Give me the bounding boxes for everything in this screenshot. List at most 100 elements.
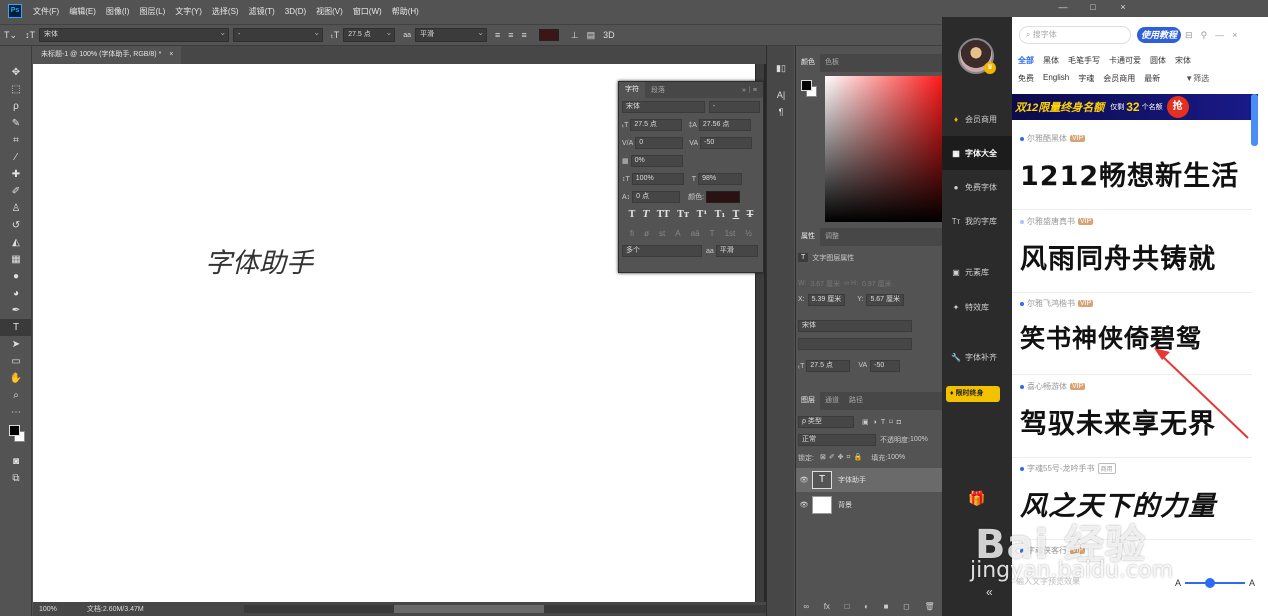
layer-name[interactable]: 背景 <box>838 500 852 510</box>
brush-tool-icon[interactable]: ✐ <box>0 183 32 200</box>
menu-edit[interactable]: 编辑(E) <box>64 6 101 17</box>
marquee-tool-icon[interactable]: ⬚ <box>0 81 32 98</box>
font-style-select[interactable]: - <box>233 27 324 42</box>
foreground-color-swatch[interactable] <box>9 425 20 436</box>
fill-value[interactable]: 100% <box>887 454 905 461</box>
menu-file[interactable]: 文件(F) <box>28 6 64 17</box>
slider-knob[interactable] <box>1205 578 1216 588</box>
subscript-button[interactable]: T₁ <box>715 210 726 220</box>
category-round[interactable]: 圆体 <box>1150 55 1166 66</box>
category-zihun[interactable]: 字魂 <box>1078 73 1094 84</box>
crop-tool-icon[interactable]: ⌗ <box>0 132 32 149</box>
character-panel-icon[interactable]: ▤ <box>587 30 596 41</box>
color-picker-field[interactable] <box>825 76 942 222</box>
category-vip-commercial[interactable]: 会员商用 <box>1103 73 1135 84</box>
nav-effects[interactable]: ✦ 特效库 <box>942 290 1012 324</box>
menu-help[interactable]: 帮助(H) <box>387 6 424 17</box>
w-value[interactable]: 3.67 厘米 <box>810 279 840 289</box>
visibility-eye-icon[interactable]: 👁 <box>796 501 812 509</box>
pen-tool-icon[interactable]: ✒ <box>0 302 32 319</box>
preview-size-slider[interactable]: A A <box>1175 576 1255 590</box>
add-mask-icon[interactable]: □ <box>845 602 850 611</box>
restore-icon[interactable]: ⊟ <box>1185 30 1193 41</box>
y-value[interactable]: 5.67 厘米 <box>866 293 905 306</box>
menu-window[interactable]: 窗口(W) <box>348 6 387 17</box>
font-list-item[interactable]: 尔雅盛唐真书 VIP 风雨同舟共铸就 <box>1012 211 1252 293</box>
cp-color-swatch[interactable] <box>706 191 741 203</box>
h-value[interactable]: 0.97 厘米 <box>862 279 892 289</box>
stylistic-alternates-button[interactable]: aā <box>691 229 700 238</box>
group-icon[interactable]: ■ <box>884 602 889 611</box>
horizontal-scrollbar[interactable] <box>243 605 790 613</box>
prop-font-size-field[interactable]: 27.5 点 <box>806 359 851 372</box>
pin-icon[interactable]: ⚲ <box>1201 30 1208 41</box>
category-cartoon[interactable]: 卡通可爱 <box>1109 55 1141 66</box>
type-tool-icon[interactable]: T⌄ <box>4 30 17 41</box>
paragraph-panel-toggle-icon[interactable]: ¶ <box>771 104 791 121</box>
cp-leading-field[interactable]: 27.56 点 <box>698 119 751 131</box>
foreground-background-colors[interactable] <box>0 421 32 447</box>
3d-button[interactable]: 3D <box>603 30 615 40</box>
category-free[interactable]: 免费 <box>1018 73 1034 84</box>
quick-select-tool-icon[interactable]: ✎ <box>0 115 32 132</box>
text-color-swatch[interactable] <box>538 29 559 41</box>
blur-tool-icon[interactable]: ● <box>0 268 32 285</box>
nav-my-fonts[interactable]: Tт 我的字库 <box>942 204 1012 238</box>
nav-font-complete[interactable]: 🔧 字体补齐 <box>942 340 1012 374</box>
fx-icon[interactable]: fx <box>824 602 830 611</box>
swash-button[interactable]: A <box>675 229 680 238</box>
nav-elements[interactable]: ▣ 元素库 <box>942 255 1012 289</box>
align-right-icon[interactable]: ≡ <box>522 30 527 40</box>
history-panel-icon[interactable]: ▮▯ <box>771 60 791 77</box>
panel-menu-icon[interactable]: »｜≡ <box>736 85 763 95</box>
menu-type[interactable]: 文字(Y) <box>170 6 207 17</box>
prop-font-family-select[interactable]: 宋体 <box>798 319 912 332</box>
discretionary-ligature-button[interactable]: st <box>659 229 665 238</box>
layer-row-text[interactable]: 👁 T 字体助手 <box>796 468 942 492</box>
nav-all-fonts[interactable]: ▦ 字体大全 <box>942 136 1012 170</box>
adjustment-layer-icon[interactable]: ◐ <box>864 602 869 611</box>
quick-mask-icon[interactable]: ◙ <box>0 453 32 470</box>
category-brush[interactable]: 毛笔手写 <box>1068 55 1100 66</box>
menu-layer[interactable]: 图层(L) <box>134 6 170 17</box>
character-panel-toggle-icon[interactable]: A| <box>771 87 791 104</box>
cp-font-size-field[interactable]: 27.5 点 <box>630 119 683 131</box>
category-heiti[interactable]: 黑体 <box>1043 55 1059 66</box>
prop-font-style-select[interactable] <box>798 337 912 350</box>
category-english[interactable]: English <box>1043 73 1069 84</box>
grab-button[interactable]: 抢 <box>1166 96 1189 118</box>
blend-mode-select[interactable]: 正常 <box>798 433 876 446</box>
lock-icons[interactable]: ⊠✐✥⌗🔒 <box>820 453 865 462</box>
font-family-select[interactable]: 宋体 <box>39 27 230 42</box>
nav-vip-commercial[interactable]: ♦ 会员商用 <box>942 102 1012 136</box>
rectangle-tool-icon[interactable]: ▭ <box>0 353 32 370</box>
opacity-value[interactable]: 100% <box>910 436 928 443</box>
color-panel-foreground-swatch[interactable] <box>801 80 812 91</box>
eyedropper-tool-icon[interactable]: ⁄ <box>0 149 32 166</box>
hand-tool-icon[interactable]: ✋ <box>0 370 32 387</box>
small-caps-button[interactable]: Tт <box>677 210 689 220</box>
cp-baseline-field[interactable]: 0 点 <box>632 191 681 203</box>
cp-kerning-field[interactable]: 0 <box>635 137 684 149</box>
nav-free-fonts[interactable]: ● 免费字体 <box>942 170 1012 204</box>
limited-lifetime-badge[interactable]: ♦ 限时终身 <box>946 386 1000 402</box>
tutorial-button[interactable]: 使用教程 <box>1137 27 1182 43</box>
scrollbar-thumb[interactable] <box>393 605 544 613</box>
faux-bold-button[interactable]: T <box>629 210 636 220</box>
menu-image[interactable]: 图像(I) <box>101 6 135 17</box>
cp-antialias-select[interactable]: 平滑 <box>715 245 758 257</box>
cp-font-family-select[interactable]: 宋体 <box>622 101 705 113</box>
promo-banner[interactable]: 双12限量终身名额 仅剩 32 个名额 抢 <box>1012 94 1258 120</box>
underline-button[interactable]: T <box>733 210 740 220</box>
layer-row-background[interactable]: 👁 背景 <box>796 493 942 517</box>
zoom-level[interactable]: 100% <box>39 606 57 613</box>
warp-text-icon[interactable]: ⊥ <box>571 30 579 41</box>
clone-stamp-tool-icon[interactable]: ♙ <box>0 200 32 217</box>
tab-layers[interactable]: 图层 <box>796 392 820 410</box>
font-sample[interactable]: 1212畅想新生活 <box>1020 154 1239 193</box>
all-caps-button[interactable]: TT <box>657 210 670 220</box>
cp-tracking-field[interactable]: -50 <box>700 137 753 149</box>
screen-mode-icon[interactable]: ⧉ <box>0 470 32 487</box>
collapse-icon[interactable]: « <box>986 585 993 599</box>
healing-brush-tool-icon[interactable]: ✚ <box>0 166 32 183</box>
